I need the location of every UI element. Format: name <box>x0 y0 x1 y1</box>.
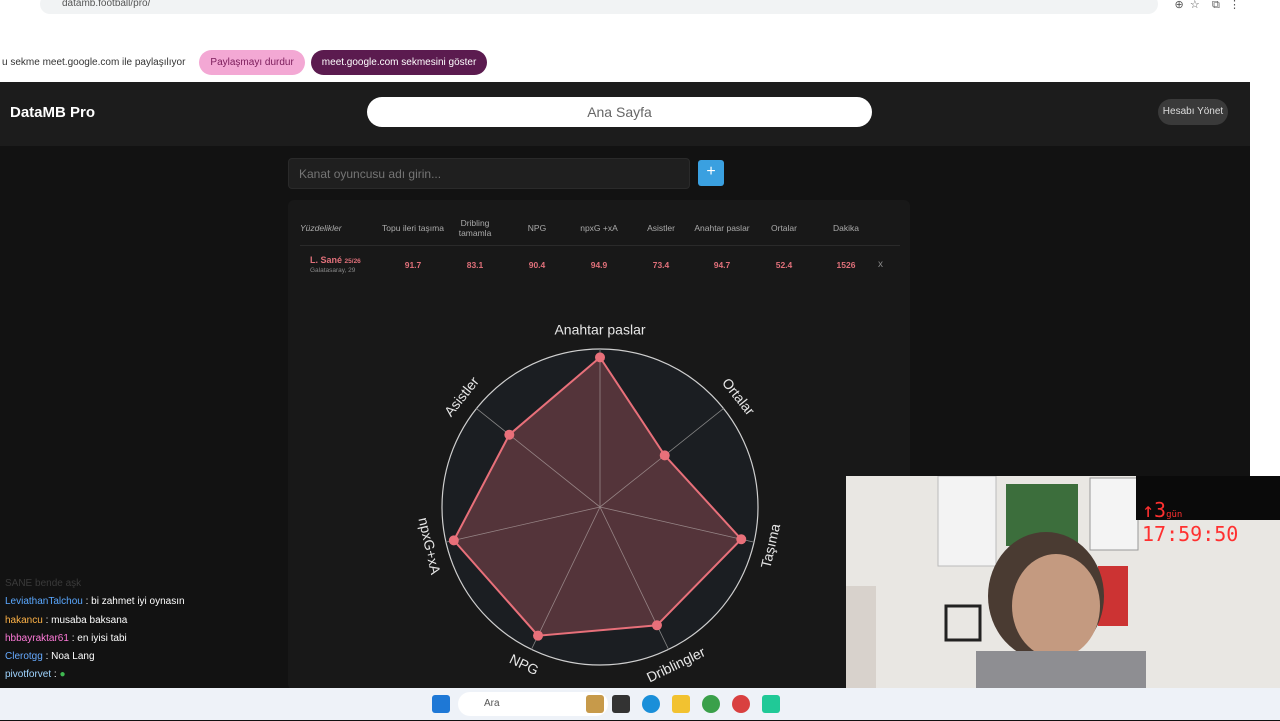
home-link[interactable]: Ana Sayfa <box>367 97 872 127</box>
header-crosses[interactable]: Ortalar <box>753 210 815 246</box>
chat-message: pivotforvet : ● <box>0 666 300 684</box>
app-icon[interactable] <box>762 695 780 713</box>
windows-taskbar: Ara <box>0 688 1280 720</box>
header-percentiles: Yüzdelikler <box>300 223 342 233</box>
chat-message: hbbayraktar61 : en iyisi tabi <box>0 630 300 648</box>
value-key-passes: 94.7 <box>713 260 731 270</box>
player-name-text: L. Sané <box>310 255 343 265</box>
chat-username[interactable]: hbbayraktar61 <box>5 633 69 644</box>
task-view-icon[interactable] <box>612 695 630 713</box>
brand-logo[interactable]: DataMB Pro <box>10 104 95 121</box>
value-crosses: 52.4 <box>775 260 793 270</box>
chat-message: hakancu : musaba baksana <box>0 612 300 630</box>
radar-point <box>448 535 459 546</box>
share-status-text: u sekme meet.google.com ile paylaşılıyor <box>2 56 186 68</box>
file-explorer-icon[interactable] <box>672 695 690 713</box>
header-progressive-carries[interactable]: Topu ileri taşıma <box>382 210 444 246</box>
radar-axis-label: npxG+xA <box>415 516 444 577</box>
chat-message: SANE bende aşk <box>0 575 300 593</box>
chat-text: SANE bende aşk <box>5 578 82 589</box>
add-player-button[interactable]: + <box>698 160 724 186</box>
zoom-icon[interactable]: ⊕ <box>1175 0 1184 11</box>
radar-point <box>651 620 662 631</box>
emote-icon: ● <box>56 669 66 681</box>
top-navbar: DataMB Pro Ana Sayfa Hesabı Yönet <box>0 82 1250 146</box>
chat-message: LeviathanTalchou : bi zahmet iyi oynasın <box>0 593 300 611</box>
remove-player-button[interactable]: x <box>878 250 883 280</box>
chrome-profile-icon[interactable] <box>732 695 750 713</box>
start-icon[interactable] <box>432 695 450 713</box>
timer-time: 17:59:50 <box>1142 522 1239 546</box>
manage-account-button[interactable]: Hesabı Yönet <box>1158 99 1228 125</box>
radar-point <box>504 429 515 440</box>
header-key-passes[interactable]: Anahtar paslar <box>691 210 753 246</box>
value-dribbles: 83.1 <box>466 260 484 270</box>
player-club: Galatasaray, 29 <box>310 267 356 274</box>
header-assists[interactable]: Asistler <box>630 210 692 246</box>
menu-icon[interactable]: ⋮ <box>1229 0 1240 11</box>
radar-point <box>659 450 670 461</box>
radar-axis-label: Anahtar paslar <box>554 322 645 338</box>
chat-text: : musaba baksana <box>45 614 128 626</box>
table-row: L. Sané 25/26 Galatasaray, 29 91.7 83.1 … <box>300 250 900 280</box>
timer-display: ↑3gün 17:59:50 <box>1142 498 1239 546</box>
chat-username[interactable]: Clerotgg <box>5 651 43 662</box>
value-npg: 90.4 <box>528 260 546 270</box>
show-meet-tab-button[interactable]: meet.google.com sekmesini göster <box>310 49 488 75</box>
edge-icon[interactable] <box>642 695 660 713</box>
radar-point <box>736 534 747 545</box>
widget-icon[interactable] <box>586 695 604 713</box>
header-dribbles[interactable]: Dribling tamamla <box>444 210 506 246</box>
player-search-input[interactable] <box>288 158 690 189</box>
chat-username[interactable]: LeviathanTalchou <box>5 596 83 607</box>
header-npxg-xa[interactable]: npxG +xA <box>568 210 630 246</box>
value-assists: 73.4 <box>652 260 670 270</box>
address-bar[interactable]: datamb.football/pro/ <box>40 0 1158 14</box>
chat-username[interactable]: hakancu <box>5 615 43 626</box>
timer-days: 3 <box>1154 498 1167 522</box>
extensions-icon[interactable]: ⧉ <box>1212 0 1220 11</box>
chrome-icon[interactable] <box>702 695 720 713</box>
header-minutes[interactable]: Dakika <box>815 210 877 246</box>
radar-chart: Anahtar paslarOrtalarTaşımaDriblinglerNP… <box>415 322 784 686</box>
header-npg[interactable]: NPG <box>506 210 568 246</box>
chat-username[interactable]: pivotforvet <box>5 669 51 680</box>
radar-axis-label: Taşıma <box>758 522 784 570</box>
chat-text: : bi zahmet iyi oynasın <box>85 596 185 608</box>
browser-toolbar-icons: ⊕ ☆ ⧉ ⋮ <box>1175 0 1240 12</box>
value-npxg-xa: 94.9 <box>590 260 608 270</box>
countdown-timer: ↑3gün 17:59:50 <box>1136 476 1280 546</box>
timer-days-label: gün <box>1166 510 1183 520</box>
player-name[interactable]: L. Sané 25/26 <box>310 255 361 265</box>
taskbar-search-text: Ara <box>484 698 500 709</box>
url-text: datamb.football/pro/ <box>62 0 151 9</box>
value-minutes: 1526 <box>836 260 856 270</box>
browser-chrome: datamb.football/pro/ ⊕ ☆ ⧉ ⋮ u sekme mee… <box>0 0 1250 82</box>
chat-message: Clerotgg : Noa Lang <box>0 648 300 666</box>
radar-axis-label: NPG <box>507 651 541 679</box>
season-text: 25/26 <box>344 258 361 265</box>
stop-sharing-button[interactable]: Paylaşmayı durdur <box>199 49 305 75</box>
chat-text: : Noa Lang <box>45 651 95 663</box>
table-header: Yüzdelikler Topu ileri taşıma Dribling t… <box>300 210 900 246</box>
star-icon[interactable]: ☆ <box>1190 0 1200 11</box>
value-progressive-carries: 91.7 <box>404 260 422 270</box>
chat-text: : en iyisi tabi <box>71 632 127 644</box>
radar-point <box>595 352 605 363</box>
radar-point <box>533 630 544 641</box>
tab-share-bar: u sekme meet.google.com ile paylaşılıyor… <box>0 44 488 80</box>
